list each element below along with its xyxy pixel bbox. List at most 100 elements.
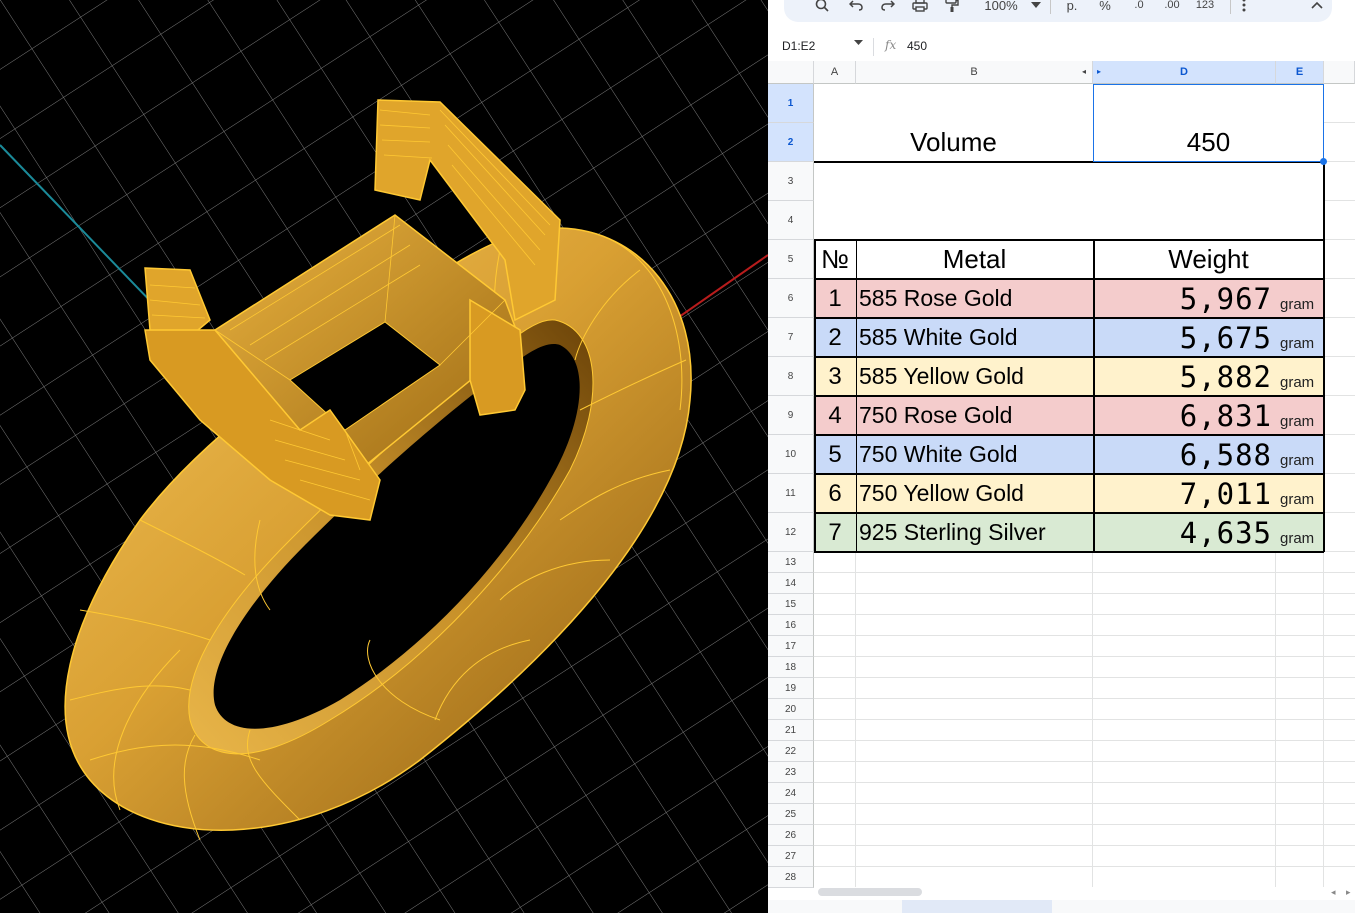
table-border [814,239,1324,241]
weight-value-cell[interactable]: 7,011 [1093,474,1276,513]
row-header-9[interactable]: 9 [768,396,814,435]
row-header-22[interactable]: 22 [768,741,814,762]
weight-value-cell[interactable]: 5,882 [1093,357,1276,396]
table-border [814,356,1324,358]
formula-input[interactable]: 450 [907,39,927,53]
row-header-7[interactable]: 7 [768,318,814,357]
weight-value-cell[interactable]: 6,588 [1093,435,1276,474]
row-header-27[interactable]: 27 [768,846,814,867]
row-header-3[interactable]: 3 [768,162,814,201]
weight-unit-cell[interactable]: gram [1276,279,1324,318]
spreadsheet-pane: 100% р. % .0 .00 123 D1:E2 fx 450 A B D E ◂ ▸… [768,0,1355,913]
search-icon[interactable] [810,0,834,22]
metal-name-cell[interactable]: 585 Rose Gold [856,279,1093,318]
weight-unit-cell[interactable]: gram [1276,396,1324,435]
undo-icon[interactable] [845,0,867,22]
hidden-columns-left-arrow[interactable]: ◂ [1082,67,1086,76]
formula-bar: D1:E2 fx 450 [768,34,1355,60]
row-header-12[interactable]: 12 [768,513,814,552]
weight-unit-cell[interactable]: gram [1276,513,1324,552]
collapse-toolbar-icon[interactable] [1308,0,1326,22]
row-header-10[interactable]: 10 [768,435,814,474]
weight-unit-cell[interactable]: gram [1276,435,1324,474]
item-number-cell[interactable]: 4 [814,396,856,435]
row-header-1[interactable]: 1 [768,84,814,123]
item-number-cell[interactable]: 5 [814,435,856,474]
redo-icon[interactable] [877,0,899,22]
fx-icon: fx [885,38,897,52]
row-header-21[interactable]: 21 [768,720,814,741]
paint-format-icon[interactable] [941,0,963,22]
sheet-tab[interactable] [902,900,1052,913]
row-header-19[interactable]: 19 [768,678,814,699]
row-header-6[interactable]: 6 [768,279,814,318]
table-border [814,395,1324,397]
increase-decimal-button[interactable]: .00 [1157,0,1187,22]
selection-fill-handle[interactable] [1320,158,1327,165]
decrease-decimal-button[interactable]: .0 [1126,0,1152,22]
more-vert-icon[interactable] [1236,0,1252,22]
metal-name-cell[interactable]: 750 Rose Gold [856,396,1093,435]
row-header-26[interactable]: 26 [768,825,814,846]
weight-header-cell[interactable]: Weight [1093,240,1324,279]
item-number-cell[interactable]: 6 [814,474,856,513]
row-header-14[interactable]: 14 [768,573,814,594]
weight-value-cell[interactable]: 6,831 [1093,396,1276,435]
row-header-8[interactable]: 8 [768,357,814,396]
currency-format-button[interactable]: р. [1062,0,1082,22]
metal-header-cell[interactable]: Metal [856,240,1093,279]
item-number-cell[interactable]: 1 [814,279,856,318]
row-header-2[interactable]: 2 [768,123,814,162]
metal-name-cell[interactable]: 750 White Gold [856,435,1093,474]
weight-unit-cell[interactable]: gram [1276,474,1324,513]
column-header-a[interactable]: A [814,61,856,84]
row-header-24[interactable]: 24 [768,783,814,804]
print-icon[interactable] [909,0,931,22]
scroll-left-icon[interactable]: ◂ [1331,887,1336,898]
row-header-5[interactable]: 5 [768,240,814,279]
metal-name-cell[interactable]: 585 Yellow Gold [856,357,1093,396]
metal-name-cell[interactable]: 750 Yellow Gold [856,474,1093,513]
row-header-28[interactable]: 28 [768,867,814,888]
zoom-select[interactable]: 100% [976,0,1026,22]
row-header-18[interactable]: 18 [768,657,814,678]
table-border [814,240,816,552]
weight-value-cell[interactable]: 5,675 [1093,318,1276,357]
name-box[interactable]: D1:E2 [782,39,815,53]
row-header-23[interactable]: 23 [768,762,814,783]
volume-label-cell[interactable]: Volume [814,123,1093,162]
more-formats-button[interactable]: 123 [1190,0,1220,22]
hidden-columns-right-arrow[interactable]: ▸ [1097,67,1101,76]
name-box-dropdown-icon[interactable] [854,38,863,49]
weight-value-cell[interactable]: 5,967 [1093,279,1276,318]
item-number-cell[interactable]: 7 [814,513,856,552]
3d-viewport[interactable] [0,0,768,913]
metal-name-cell[interactable]: 585 White Gold [856,318,1093,357]
select-all-corner[interactable] [768,61,814,84]
column-header-d[interactable]: D [1093,61,1276,84]
horizontal-scrollbar-thumb[interactable] [818,888,922,896]
row-header-25[interactable]: 25 [768,804,814,825]
weight-unit-cell[interactable]: gram [1276,318,1324,357]
percent-format-button[interactable]: % [1095,0,1115,22]
row-header-16[interactable]: 16 [768,615,814,636]
row-header-17[interactable]: 17 [768,636,814,657]
weight-unit-cell[interactable]: gram [1276,357,1324,396]
zoom-dropdown-arrow[interactable] [1030,0,1042,22]
toolbar-divider [1050,0,1051,14]
row-gridline [814,782,1355,783]
item-number-cell[interactable]: 3 [814,357,856,396]
metal-name-cell[interactable]: 925 Sterling Silver [856,513,1093,552]
column-header-e[interactable]: E [1276,61,1324,84]
weight-value-cell[interactable]: 4,635 [1093,513,1276,552]
row-header-13[interactable]: 13 [768,552,814,573]
row-header-4[interactable]: 4 [768,201,814,240]
row-header-20[interactable]: 20 [768,699,814,720]
item-number-cell[interactable]: 2 [814,318,856,357]
number-header-cell[interactable]: № [814,240,856,279]
row-gridline [814,656,1355,657]
column-header-b[interactable]: B [856,61,1093,84]
row-header-15[interactable]: 15 [768,594,814,615]
row-header-11[interactable]: 11 [768,474,814,513]
scroll-right-icon[interactable]: ▸ [1346,887,1351,898]
